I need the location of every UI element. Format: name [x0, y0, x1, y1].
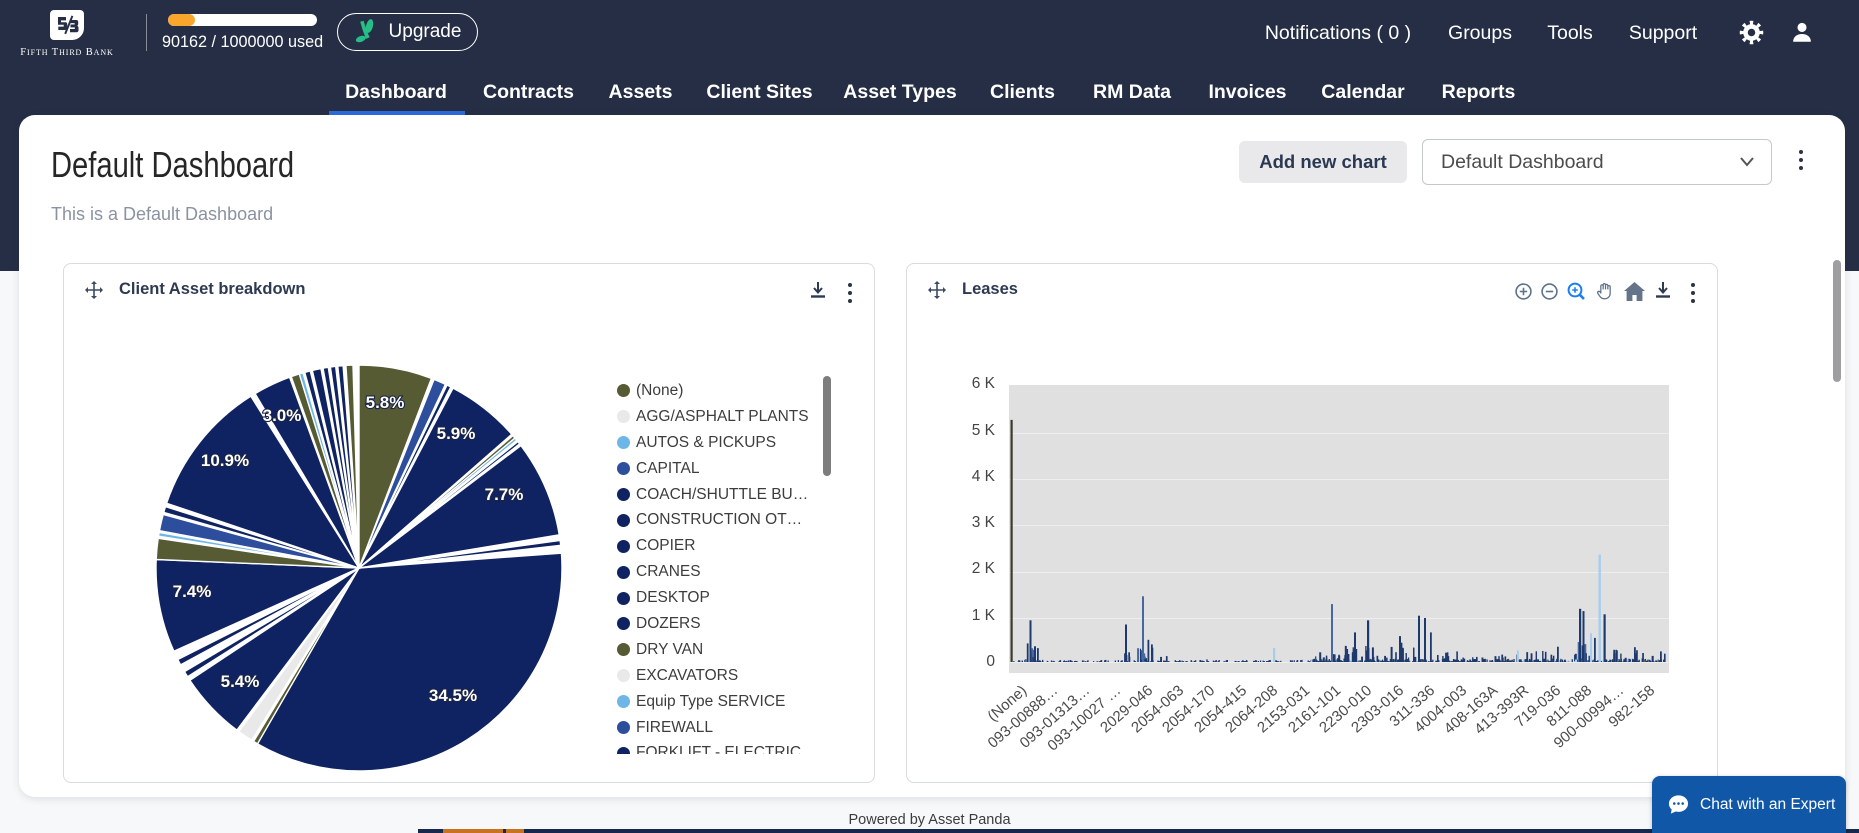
svg-text:34.5%: 34.5%	[429, 686, 477, 705]
svg-text:3.0%: 3.0%	[263, 406, 302, 425]
svg-text:7.4%: 7.4%	[173, 582, 212, 601]
svg-text:7.7%: 7.7%	[485, 485, 524, 504]
svg-text:5.8%: 5.8%	[366, 393, 405, 412]
svg-text:5.9%: 5.9%	[437, 424, 476, 443]
svg-text:10.9%: 10.9%	[201, 451, 249, 470]
svg-text:5.4%: 5.4%	[221, 672, 260, 691]
